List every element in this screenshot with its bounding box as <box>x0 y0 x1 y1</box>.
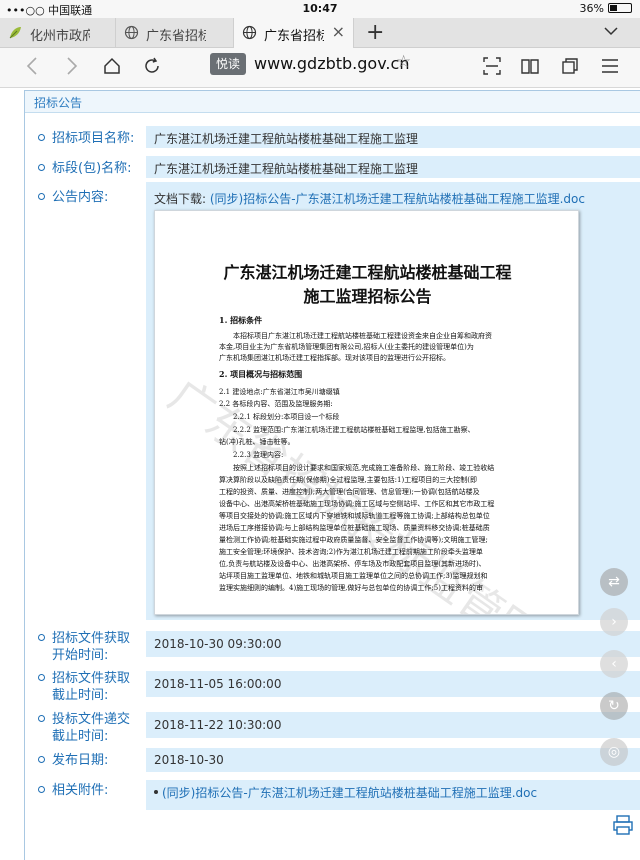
home-icon[interactable] <box>100 56 124 80</box>
tab-3-active[interactable]: 广东省招标 × <box>234 18 354 48</box>
doc-paragraph: 工程的投资、质量、进度控制);两大管理(合同管理、信息管理);一协调(包括航站楼… <box>219 488 480 496</box>
doc-paragraph: 钻(冲)孔桩、锤击桩等。 <box>219 438 295 446</box>
doc-title-line-1: 广东湛江机场迁建工程航站楼桩基础工程 <box>223 263 512 282</box>
back-icon[interactable] <box>20 56 44 80</box>
reader-mode-button[interactable]: 悦读 <box>210 53 246 75</box>
page-back-icon[interactable]: ‹ <box>600 650 628 678</box>
close-icon[interactable]: × <box>332 22 345 41</box>
forward-icon[interactable] <box>60 56 84 80</box>
star-icon[interactable]: ☆ <box>396 52 411 72</box>
circle-bullet-icon <box>38 164 45 171</box>
tab-2[interactable]: 广东省招标 <box>116 18 234 48</box>
doc-paragraph: 2.2.3 监理内容: <box>233 451 284 459</box>
publish-date-value: 2018-10-30 <box>146 748 640 772</box>
attachment-link[interactable]: (同步)招标公告-广东湛江机场迁建工程航站楼桩基础工程施工监理.doc <box>162 784 537 801</box>
globe-icon <box>242 25 257 40</box>
doc-heading-2: 2. 项目概况与招标范围 <box>219 369 303 379</box>
tab-2-title: 广东省招标 <box>146 29 206 44</box>
attachment-value: (同步)招标公告-广东湛江机场迁建工程航站楼桩基础工程施工监理.doc <box>146 780 640 810</box>
assistive-touch-icon[interactable]: ◎ <box>600 738 628 766</box>
doc-paragraph: 2.2 各标段内容、范围及监理服务期: <box>219 400 333 408</box>
address-bar[interactable]: www.gdzbtb.gov.cn <box>254 54 409 73</box>
swap-icon[interactable]: ⇄ <box>600 568 628 596</box>
clock: 10:47 <box>302 2 338 15</box>
battery-icon <box>608 3 632 13</box>
refresh-icon[interactable] <box>140 56 164 80</box>
circle-bullet-icon <box>38 134 45 141</box>
doc-paragraph: 量检测工作协调;桩基础实施过程中政府质量监督、安全监督工作协调等);文明施工管理… <box>219 536 488 544</box>
tab-1[interactable]: 化州市政府 <box>0 18 116 48</box>
circle-bullet-icon <box>38 674 45 681</box>
doc-paragraph: 本招标项目广东湛江机场迁建工程航站楼桩基础工程建设资金来自企业自筹和政府资 <box>233 332 492 340</box>
new-tab-icon[interactable]: + <box>366 20 384 45</box>
battery-percent: 36% <box>579 2 604 15</box>
circle-bullet-icon <box>38 193 45 200</box>
doc-download-link[interactable]: (同步)招标公告-广东湛江机场迁建工程航站楼桩基础工程施工监理.doc <box>210 192 585 206</box>
circle-bullet-icon <box>38 756 45 763</box>
leaf-icon <box>8 25 23 40</box>
get-end-value: 2018-11-05 16:00:00 <box>146 671 640 697</box>
doc-paragraph: 2.2.1 标段划分:本项目设一个标段 <box>233 413 340 421</box>
doc-paragraph: 2.1 建设地点:广东省湛江市吴川塘缀镇 <box>219 388 340 396</box>
list-bullet <box>154 790 158 794</box>
doc-paragraph: 设备中心、出港高架桥桩基础施工现场协调;施工区域与空侧站坪、工作区和其它市政工程 <box>219 500 495 508</box>
content-area: 文档下载: (同步)招标公告-广东湛江机场迁建工程航站楼桩基础工程施工监理.do… <box>146 182 640 620</box>
menu-icon[interactable] <box>598 56 622 80</box>
circle-bullet-icon <box>38 786 45 793</box>
submit-end-value: 2018-11-22 10:30:00 <box>146 712 640 738</box>
doc-heading-1: 1. 招标条件 <box>219 315 263 325</box>
tabs-icon[interactable] <box>558 56 582 80</box>
panel-header: 招标公告 <box>25 91 640 113</box>
project-name-value: 广东湛江机场迁建工程航站楼桩基础工程施工监理 <box>146 126 640 148</box>
doc-paragraph: 进场后工序搭接协调;与上部结构监理单位桩基础施工现场、质量资料移交协调;桩基础质 <box>219 524 490 532</box>
circle-bullet-icon <box>38 715 45 722</box>
panel-title: 招标公告 <box>34 96 83 110</box>
doc-paragraph: 广东机场集团湛江机场迁建工程指挥部。现对该项目的监理进行公开招标。 <box>219 354 450 362</box>
doc-download-line: 文档下载: (同步)招标公告-广东湛江机场迁建工程航站楼桩基础工程施工监理.do… <box>154 192 585 206</box>
doc-paragraph: 算决算阶段以及缺陷责任期(保修期)全过程监理,主要包括:1)工程项目的三大控制(… <box>219 476 477 484</box>
doc-paragraph: 本金,项目业主为广东省机场管理集团有限公司,招标人(业主委托的建设管理单位)为 <box>219 343 474 351</box>
chevron-down-icon[interactable] <box>604 24 618 40</box>
globe-icon <box>124 25 139 40</box>
battery-indicator: 36% <box>580 2 632 15</box>
doc-paragraph: 按照上述招标项目的设计要求和国家规范,完成施工准备阶段、施工阶段、竣工验收结 <box>233 464 495 472</box>
doc-paragraph: 位,负责与航站楼及设备中心、出港高架桥、停车场及市政配套项目监理(其新进场时)、 <box>219 560 486 568</box>
page-forward-icon[interactable]: › <box>600 608 628 636</box>
print-icon[interactable] <box>612 814 634 836</box>
tab-bar: 化州市政府 广东省招标 广东省招标 × + <box>0 18 640 48</box>
web-page: 招标公告 招标项目名称: 广东湛江机场迁建工程航站楼桩基础工程施工监理 标段(包… <box>0 88 640 860</box>
doc-paragraph: 监理实施细则的编制。4)施工现场的管理,做好与总包单位的协调工作;5)工程资料的… <box>219 584 483 592</box>
document-preview[interactable]: 广东省招标投标监管网 广东湛江机场迁建工程航站楼桩基础工程 施工监理招标公告 1… <box>154 210 579 615</box>
tab-3-title: 广东省招标 <box>264 29 324 44</box>
doc-title-line-2: 施工监理招标公告 <box>303 287 432 306</box>
doc-paragraph: 2.2.2 监理范围:广东湛江机场迁建工程航站楼桩基础工程监理,包括施工勘察、 <box>233 426 475 434</box>
bookmarks-icon[interactable] <box>518 56 542 80</box>
doc-paragraph: 等项目交接处的协调;施工区域内下穿地铁和城际轨道工程等施工协调;上部结构总包单位 <box>219 512 490 520</box>
doc-paragraph: 施工安全管理;环境保护、技术咨询;2)作为湛江机场迁建工程前期施工阶段牵头监理单 <box>219 548 483 556</box>
status-bar: •••○○ 中国联通 10:47 36% <box>0 0 640 18</box>
doc-paragraph: 站坪项目施工监理单位、地铁和城轨项目施工监理单位之间的总协调工作;3)监理规划和 <box>219 572 488 580</box>
scan-icon[interactable] <box>480 56 504 80</box>
section-value: 广东湛江机场迁建工程航站楼桩基础工程施工监理 <box>146 156 640 178</box>
reload-float-icon[interactable]: ↻ <box>600 692 628 720</box>
tab-1-title: 化州市政府 <box>30 29 90 44</box>
get-start-value: 2018-10-30 09:30:00 <box>146 631 640 657</box>
circle-bullet-icon <box>38 634 45 641</box>
